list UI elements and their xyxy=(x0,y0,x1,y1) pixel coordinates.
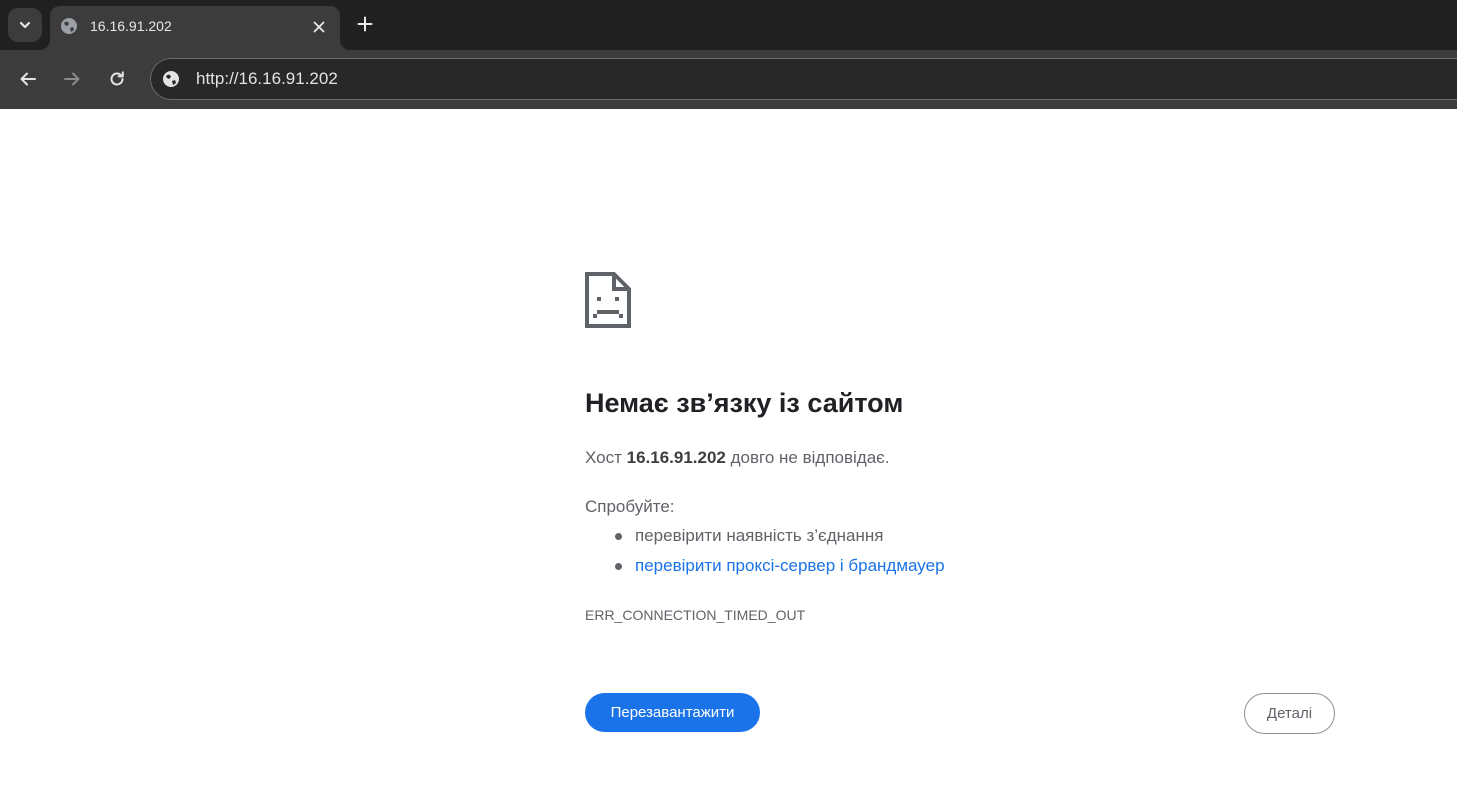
error-description: Хост 16.16.91.202 довго не відповідає. xyxy=(585,448,890,468)
tab-strip: 16.16.91.202 xyxy=(0,0,1457,50)
host-suffix: довго не відповідає. xyxy=(730,448,890,467)
reload-button[interactable] xyxy=(100,62,134,96)
globe-icon[interactable] xyxy=(162,70,180,88)
close-icon xyxy=(313,21,325,33)
list-item: перевірити наявність з’єднання xyxy=(615,524,945,554)
arrow-right-icon xyxy=(64,72,80,86)
suggestions-list: перевірити наявність з’єднання перевірит… xyxy=(585,524,945,584)
suggestion-check-connection: перевірити наявність з’єднання xyxy=(635,526,884,545)
active-tab[interactable]: 16.16.91.202 xyxy=(50,6,340,50)
error-code: ERR_CONNECTION_TIMED_OUT xyxy=(585,607,806,623)
plus-icon xyxy=(357,16,373,32)
host-name: 16.16.91.202 xyxy=(626,448,726,467)
address-bar-url[interactable]: http://16.16.91.202 xyxy=(196,69,338,89)
details-button[interactable]: Деталі xyxy=(1244,693,1335,734)
list-item: перевірити проксі-сервер і брандмауер xyxy=(615,554,945,584)
address-bar[interactable]: http://16.16.91.202 xyxy=(150,58,1457,100)
arrow-left-icon xyxy=(20,72,36,86)
error-page: Немає зв’язку із сайтом Хост 16.16.91.20… xyxy=(0,109,1457,790)
browser-toolbar: http://16.16.91.202 xyxy=(0,50,1457,109)
suggestion-check-proxy-link[interactable]: перевірити проксі-сервер і брандмауер xyxy=(635,556,945,575)
tab-title: 16.16.91.202 xyxy=(90,18,172,34)
sad-page-icon xyxy=(585,272,631,328)
tab-close-button[interactable] xyxy=(308,16,330,38)
host-prefix: Хост xyxy=(585,448,622,467)
reload-icon xyxy=(110,71,124,86)
globe-icon xyxy=(61,18,77,34)
chevron-down-icon xyxy=(19,21,31,29)
suggestions-label: Спробуйте: xyxy=(585,497,675,516)
forward-button[interactable] xyxy=(55,62,89,96)
new-tab-button[interactable] xyxy=(351,10,379,38)
error-title: Немає зв’язку із сайтом xyxy=(585,388,904,418)
reload-page-button[interactable]: Перезавантажити xyxy=(585,693,760,732)
tab-search-button[interactable] xyxy=(8,8,42,42)
back-button[interactable] xyxy=(11,62,45,96)
